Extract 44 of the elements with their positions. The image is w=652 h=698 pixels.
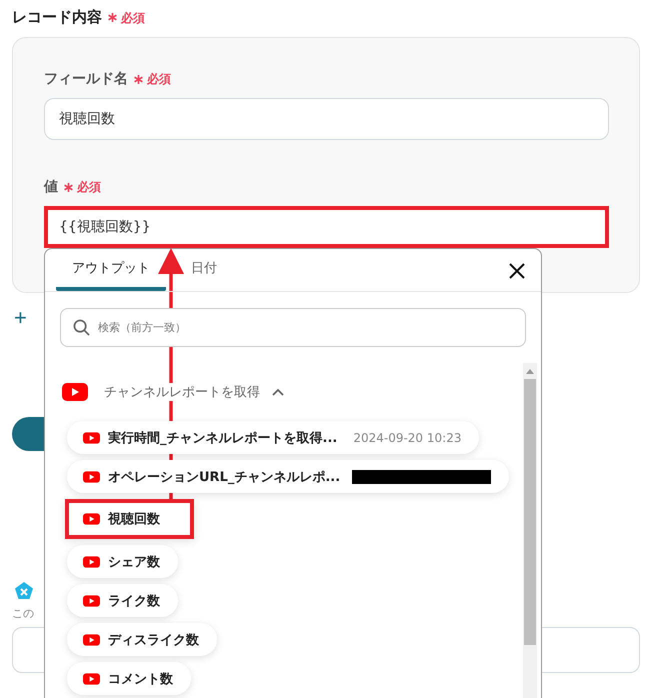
- search-icon: [73, 319, 90, 336]
- required-label: 必須: [147, 71, 171, 88]
- output-item[interactable]: シェア数: [67, 545, 178, 578]
- play-logo-icon: [83, 634, 100, 646]
- scrollbar[interactable]: [523, 363, 537, 698]
- add-button[interactable]: +: [14, 307, 27, 329]
- field-label: フィールド名: [44, 70, 128, 88]
- input-field[interactable]: {{視聴回数}}: [44, 206, 609, 248]
- output-item[interactable]: オペレーションURL_チャンネルレポ...: [67, 460, 510, 493]
- field-label: 値: [44, 178, 58, 196]
- pentagon-icon: [14, 581, 34, 601]
- output-item[interactable]: 視聴回数: [65, 499, 194, 539]
- section-title: レコード内容: [12, 8, 102, 27]
- item-label: ライク数: [108, 592, 160, 610]
- play-logo-icon: [83, 513, 100, 525]
- play-logo-icon: [83, 470, 100, 482]
- item-label: 視聴回数: [108, 510, 160, 528]
- item-value: 2024-09-20 10:23: [353, 430, 462, 444]
- output-item[interactable]: ディスライク数: [67, 623, 217, 656]
- tab[interactable]: 日付: [191, 249, 225, 291]
- chevron-icon[interactable]: [272, 388, 284, 396]
- input-field[interactable]: 視聴回数: [44, 98, 609, 140]
- play-logo-icon: [83, 432, 100, 444]
- output-item[interactable]: ライク数: [67, 584, 178, 617]
- item-label: 実行時間_チャンネルレポートを取得...: [108, 430, 338, 446]
- note-text: この: [12, 606, 35, 621]
- group-title: チャンネルレポートを取得: [104, 383, 260, 401]
- item-label: コメント数: [108, 670, 173, 688]
- search-field[interactable]: 検索（前方一致）: [60, 308, 526, 347]
- asterisk-icon: [134, 74, 143, 84]
- output-item[interactable]: 実行時間_チャンネルレポートを取得... 2024-09-20 10:23: [67, 421, 480, 454]
- required-label: 必須: [121, 10, 145, 27]
- output-item[interactable]: コメント数: [67, 662, 191, 695]
- asterisk-icon: [64, 182, 73, 192]
- item-label: シェア数: [108, 554, 160, 570]
- play-logo-icon: [83, 672, 100, 684]
- required-label: 必須: [77, 179, 101, 196]
- play-logo-icon: [83, 594, 100, 606]
- close-icon[interactable]: [509, 263, 525, 279]
- item-label: オペレーションURL_チャンネルレポ...: [108, 468, 340, 486]
- asterisk-icon: [108, 13, 117, 22]
- play-logo-icon: [62, 383, 88, 401]
- play-logo-icon: [83, 556, 100, 568]
- item-label: ディスライク数: [108, 632, 199, 648]
